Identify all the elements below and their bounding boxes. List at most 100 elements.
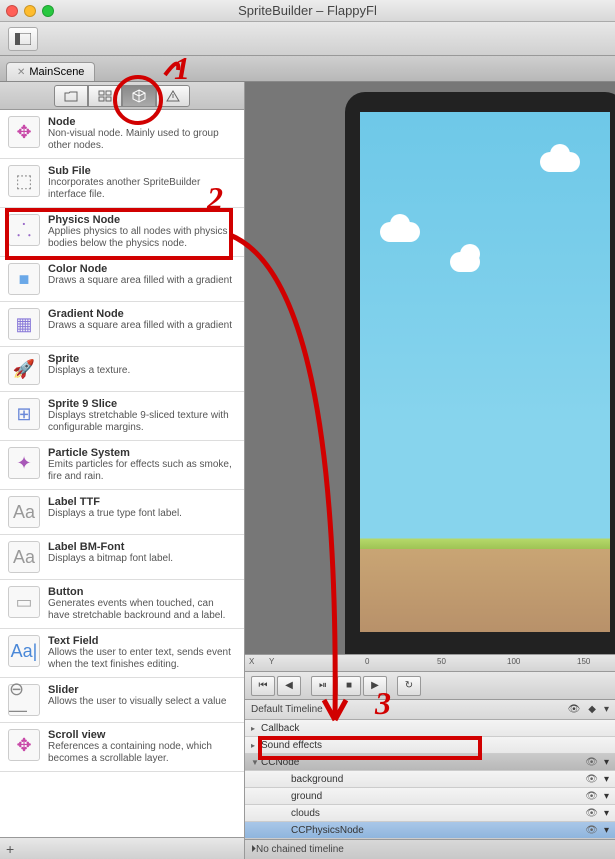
node-icon: Aa: [8, 541, 40, 573]
expand-icon[interactable]: ▾: [604, 774, 609, 785]
node-title: Color Node: [48, 263, 236, 275]
node-icon: ■: [8, 263, 40, 295]
tab-warnings[interactable]: [156, 85, 190, 107]
node-description: Non-visual node. Mainly used to group ot…: [48, 128, 236, 152]
visibility-icon[interactable]: 👁: [585, 774, 598, 785]
play-pause-button[interactable]: ⏯: [311, 676, 335, 696]
node-icon: ▭: [8, 586, 40, 618]
document-tabbar: ✕ MainScene: [0, 56, 615, 82]
visibility-column-icon: 👁: [568, 704, 581, 715]
ruler-horizontal: X Y 0 50 100 150: [245, 654, 615, 672]
loop-button[interactable]: ↻: [397, 676, 421, 696]
node-icon: ▦: [8, 308, 40, 340]
timeline-name: Default Timeline: [251, 704, 568, 715]
node-description: Displays a texture.: [48, 365, 236, 377]
timeline-row[interactable]: ▸Sound effects: [245, 737, 615, 754]
node-item-sprite-9-slice[interactable]: ⊞Sprite 9 SliceDisplays stretchable 9-sl…: [0, 392, 244, 441]
node-title: Slider: [48, 684, 236, 696]
scene-tree-row[interactable]: background👁▾: [245, 771, 615, 788]
node-item-node[interactable]: ✥ NodeNon-visual node. Mainly used to gro…: [0, 110, 244, 159]
timeline-footer[interactable]: ⏵ No chained timeline: [245, 839, 615, 859]
node-description: Allows the user to visually select a val…: [48, 696, 236, 708]
visibility-icon[interactable]: 👁: [585, 791, 598, 802]
cloud-sprite: [450, 252, 480, 272]
node-item-label-bm-font[interactable]: AaLabel BM-FontDisplays a bitmap font la…: [0, 535, 244, 580]
cloud-sprite: [380, 222, 420, 242]
minimize-window-icon[interactable]: [24, 5, 36, 17]
node-description: References a containing node, which beco…: [48, 741, 236, 765]
scene-tree-row[interactable]: ▼CCNode👁▾: [245, 754, 615, 771]
node-icon: ⬚: [8, 165, 40, 197]
node-description: Applies physics to all nodes with physic…: [48, 226, 236, 250]
grid-icon: [98, 90, 112, 102]
step-back-button[interactable]: ◀: [277, 676, 301, 696]
node-title: Sub File: [48, 165, 236, 177]
play-button[interactable]: ▶: [363, 676, 387, 696]
window-titlebar: SpriteBuilder – FlappyFl: [0, 0, 615, 22]
node-item-sub-file[interactable]: ⬚Sub FileIncorporates another SpriteBuil…: [0, 159, 244, 208]
node-item-sprite[interactable]: 🚀SpriteDisplays a texture.: [0, 347, 244, 392]
game-screen[interactable]: [360, 112, 610, 632]
scene-tree-row[interactable]: CCPhysicsNode👁▾: [245, 822, 615, 839]
tab-node-library[interactable]: [122, 85, 156, 107]
node-title: Gradient Node: [48, 308, 236, 320]
node-title: Node: [48, 116, 236, 128]
node-item-physics-node[interactable]: ⸫Physics NodeApplies physics to all node…: [0, 208, 244, 257]
node-title: Scroll view: [48, 729, 236, 741]
node-item-text-field[interactable]: Aa|Text FieldAllows the user to enter te…: [0, 629, 244, 678]
node-item-scroll-view[interactable]: ✥ Scroll viewReferences a containing node…: [0, 723, 244, 772]
visibility-icon[interactable]: 👁: [585, 825, 598, 836]
right-panel: + X Y 0 50 100 150 ⏮ ◀ ⏯ ■ ▶ ↻ Default T…: [245, 82, 615, 859]
visibility-icon[interactable]: 👁: [585, 757, 598, 768]
main-toolbar: [0, 22, 615, 56]
expand-icon[interactable]: ▾: [604, 791, 609, 802]
node-icon: 🚀: [8, 353, 40, 385]
close-window-icon[interactable]: [6, 5, 18, 17]
expand-icon[interactable]: ▾: [604, 757, 609, 768]
ruler-y-label: Y: [269, 657, 274, 666]
node-library-list[interactable]: ✥ NodeNon-visual node. Mainly used to gro…: [0, 110, 244, 837]
scene-tree-row[interactable]: clouds👁▾: [245, 805, 615, 822]
add-button[interactable]: +: [6, 841, 14, 857]
visibility-icon[interactable]: 👁: [585, 808, 598, 819]
node-icon: ⊖—: [8, 684, 40, 716]
canvas-area[interactable]: +: [245, 82, 615, 654]
transport-bar: ⏮ ◀ ⏯ ■ ▶ ↻: [245, 672, 615, 700]
library-tab-switcher: [0, 82, 244, 110]
tab-file-browser[interactable]: [54, 85, 88, 107]
zoom-window-icon[interactable]: [42, 5, 54, 17]
tab-mainscene[interactable]: ✕ MainScene: [6, 62, 95, 81]
expand-icon[interactable]: ▾: [604, 808, 609, 819]
stop-button[interactable]: ■: [337, 676, 361, 696]
warning-icon: [166, 90, 180, 102]
toggle-sidebar-button[interactable]: [8, 27, 38, 51]
node-item-color-node[interactable]: ■ Color NodeDraws a square area filled wi…: [0, 257, 244, 302]
node-description: Allows the user to enter text, sends eve…: [48, 647, 236, 671]
node-title: Text Field: [48, 635, 236, 647]
node-icon: ✥: [8, 729, 40, 761]
node-description: Emits particles for effects such as smok…: [48, 459, 236, 483]
node-icon: ✥: [8, 116, 40, 148]
node-title: Particle System: [48, 447, 236, 459]
timeline-header[interactable]: Default Timeline 👁 ◆ ▾: [245, 700, 615, 720]
node-description: Draws a square area filled with a gradie…: [48, 320, 236, 332]
node-description: Draws a square area filled with a gradie…: [48, 275, 236, 287]
node-icon: ⊞: [8, 398, 40, 430]
node-description: Generates events when touched, can have …: [48, 598, 236, 622]
node-item-button[interactable]: ▭ ButtonGenerates events when touched, ca…: [0, 580, 244, 629]
scene-tree-row[interactable]: ground👁▾: [245, 788, 615, 805]
expand-icon[interactable]: ▾: [604, 825, 609, 836]
rewind-button[interactable]: ⏮: [251, 676, 275, 696]
node-item-slider[interactable]: ⊖— SliderAllows the user to visually sele…: [0, 678, 244, 723]
node-icon: Aa: [8, 496, 40, 528]
tab-close-icon[interactable]: ✕: [17, 67, 25, 78]
tab-tileless[interactable]: [88, 85, 122, 107]
node-item-gradient-node[interactable]: ▦ Gradient NodeDraws a square area filled…: [0, 302, 244, 347]
node-item-label-ttf[interactable]: AaLabel TTFDisplays a true type font lab…: [0, 490, 244, 535]
traffic-lights[interactable]: [6, 5, 54, 17]
timeline-row[interactable]: ▸Callback: [245, 720, 615, 737]
node-item-particle-system[interactable]: ✦Particle SystemEmits particles for effe…: [0, 441, 244, 490]
node-description: Displays stretchable 9-sliced texture wi…: [48, 410, 236, 434]
node-title: Button: [48, 586, 236, 598]
node-title: Physics Node: [48, 214, 236, 226]
